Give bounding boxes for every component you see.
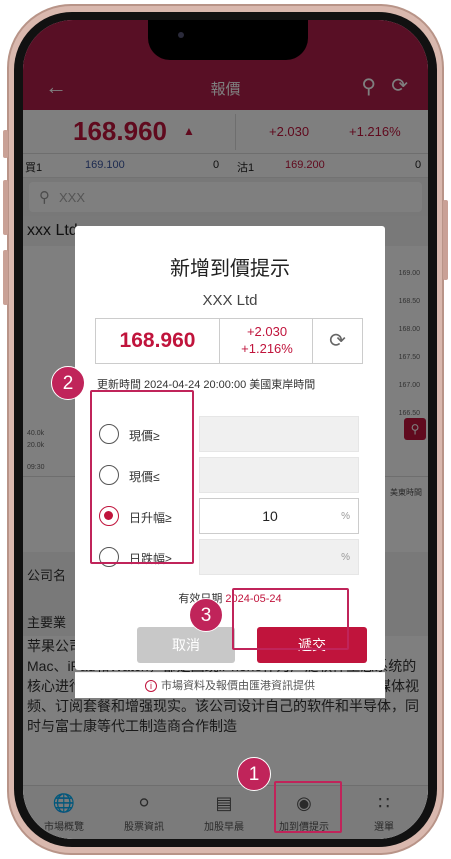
daily-fall-input[interactable]: % [199, 539, 359, 575]
step-badge-2: 2 [51, 366, 85, 400]
dialog-title: 新增到價提示 [170, 258, 290, 280]
dialog-stock-name: XXX Ltd [202, 292, 258, 309]
dialog-change: +2.030 +1.216% [220, 323, 314, 357]
highlight-alert-options [90, 390, 194, 564]
input-value: 10 [262, 508, 278, 524]
step-badge-3: 3 [189, 598, 223, 632]
price-above-input[interactable] [199, 416, 359, 452]
percent-unit: % [341, 511, 350, 522]
step-badge-1: 1 [237, 757, 271, 791]
phone-volume-down-button [3, 250, 8, 305]
data-source-text: 市場資料及報價由匯港資訊提供 [161, 680, 315, 692]
daily-rise-input[interactable]: 10 % [199, 498, 359, 534]
phone-power-button [443, 200, 448, 280]
dialog-last-price: 168.960 [96, 319, 220, 363]
phone-side-button [3, 130, 8, 158]
percent-unit: % [341, 552, 350, 563]
refresh-icon[interactable]: ⟳ [312, 319, 362, 363]
phone-volume-up-button [3, 180, 8, 235]
camera [178, 32, 184, 38]
dialog-price-percent: +1.216% [241, 341, 293, 356]
dialog-price-box: 168.960 +2.030 +1.216% ⟳ [95, 318, 363, 364]
screen: ← 報價 ⚲ ⟳ 168.960 ▲ +2.030 +1.216% 買1 169… [23, 20, 428, 839]
notch [148, 20, 308, 60]
data-source-note: i 市場資料及報價由匯港資訊提供 [75, 672, 385, 698]
price-below-input[interactable] [199, 457, 359, 493]
highlight-price-alert-nav [274, 781, 342, 833]
cancel-button[interactable]: 取消 [137, 627, 235, 663]
highlight-submit-button [232, 588, 349, 650]
info-icon: i [145, 680, 157, 692]
dialog-price-change: +2.030 [246, 324, 288, 339]
